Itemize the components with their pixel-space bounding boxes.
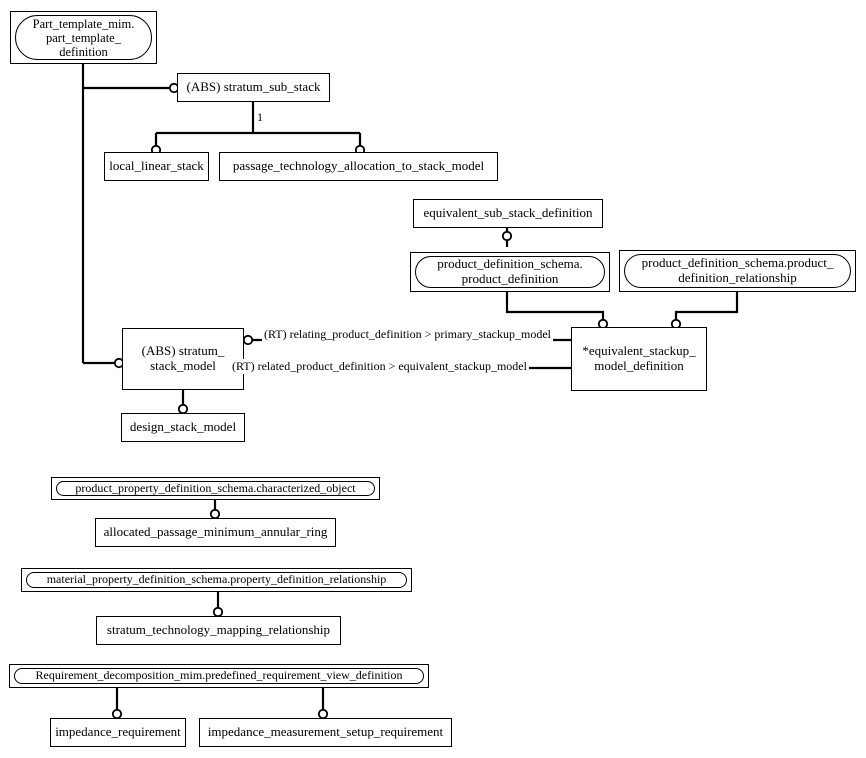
node-label: Requirement_decomposition_mim.predefined… — [14, 668, 424, 684]
node-label: design_stack_model — [129, 419, 237, 435]
node-allocated-passage-minimum-annular-ring[interactable]: allocated_passage_minimum_annular_ring — [95, 518, 336, 547]
node-impedance-requirement[interactable]: impedance_requirement — [50, 718, 186, 747]
node-product-definition-relationship[interactable]: product_definition_schema.product_ defin… — [619, 250, 856, 292]
cardinality-label-1: 1 — [256, 110, 264, 125]
node-design-stack-model[interactable]: design_stack_model — [121, 413, 245, 442]
node-label: (ABS) stratum_sub_stack — [186, 79, 321, 95]
node-predefined-requirement-view-definition[interactable]: Requirement_decomposition_mim.predefined… — [9, 664, 429, 688]
node-equivalent-sub-stack-definition[interactable]: equivalent_sub_stack_definition — [413, 199, 603, 228]
node-passage-technology-allocation-to-stack-model[interactable]: passage_technology_allocation_to_stack_m… — [219, 152, 498, 181]
node-product-definition[interactable]: product_definition_schema. product_defin… — [410, 252, 610, 292]
node-part-template-definition[interactable]: Part_template_mim. part_template_ defini… — [10, 11, 157, 64]
node-label: product_definition_schema. product_defin… — [415, 256, 605, 288]
node-stratum-stack-model[interactable]: (ABS) stratum_ stack_model — [122, 328, 244, 390]
node-label: passage_technology_allocation_to_stack_m… — [232, 158, 485, 174]
node-equivalent-stackup-model-definition[interactable]: *equivalent_stackup_ model_definition — [571, 327, 707, 391]
node-stratum-sub-stack[interactable]: (ABS) stratum_sub_stack — [177, 73, 330, 102]
node-local-linear-stack[interactable]: local_linear_stack — [104, 152, 209, 181]
node-impedance-measurement-setup-requirement[interactable]: impedance_measurement_setup_requirement — [199, 718, 452, 747]
node-label: product_property_definition_schema.chara… — [56, 481, 375, 496]
node-characterized-object[interactable]: product_property_definition_schema.chara… — [51, 477, 380, 500]
edge-label-relating-product-definition: (RT) relating_product_definition > prima… — [262, 327, 553, 342]
node-label: allocated_passage_minimum_annular_ring — [103, 524, 328, 540]
node-label: impedance_requirement — [55, 724, 181, 740]
node-label: impedance_measurement_setup_requirement — [207, 724, 444, 740]
node-label: product_definition_schema.product_ defin… — [624, 254, 851, 288]
node-label: (ABS) stratum_ stack_model — [141, 343, 225, 373]
node-property-definition-relationship[interactable]: material_property_definition_schema.prop… — [21, 568, 412, 592]
edge-label-related-product-definition: (RT) related_product_definition > equiva… — [230, 359, 529, 374]
node-label: material_property_definition_schema.prop… — [26, 572, 407, 588]
node-label: stratum_technology_mapping_relationship — [106, 622, 331, 638]
node-label: equivalent_sub_stack_definition — [423, 205, 593, 221]
node-label: local_linear_stack — [109, 158, 204, 174]
node-label: Part_template_mim. part_template_ defini… — [15, 15, 152, 60]
express-g-diagram: Part_template_mim. part_template_ defini… — [0, 0, 866, 758]
node-label: *equivalent_stackup_ model_definition — [582, 343, 696, 373]
node-stratum-technology-mapping-relationship[interactable]: stratum_technology_mapping_relationship — [96, 616, 341, 645]
